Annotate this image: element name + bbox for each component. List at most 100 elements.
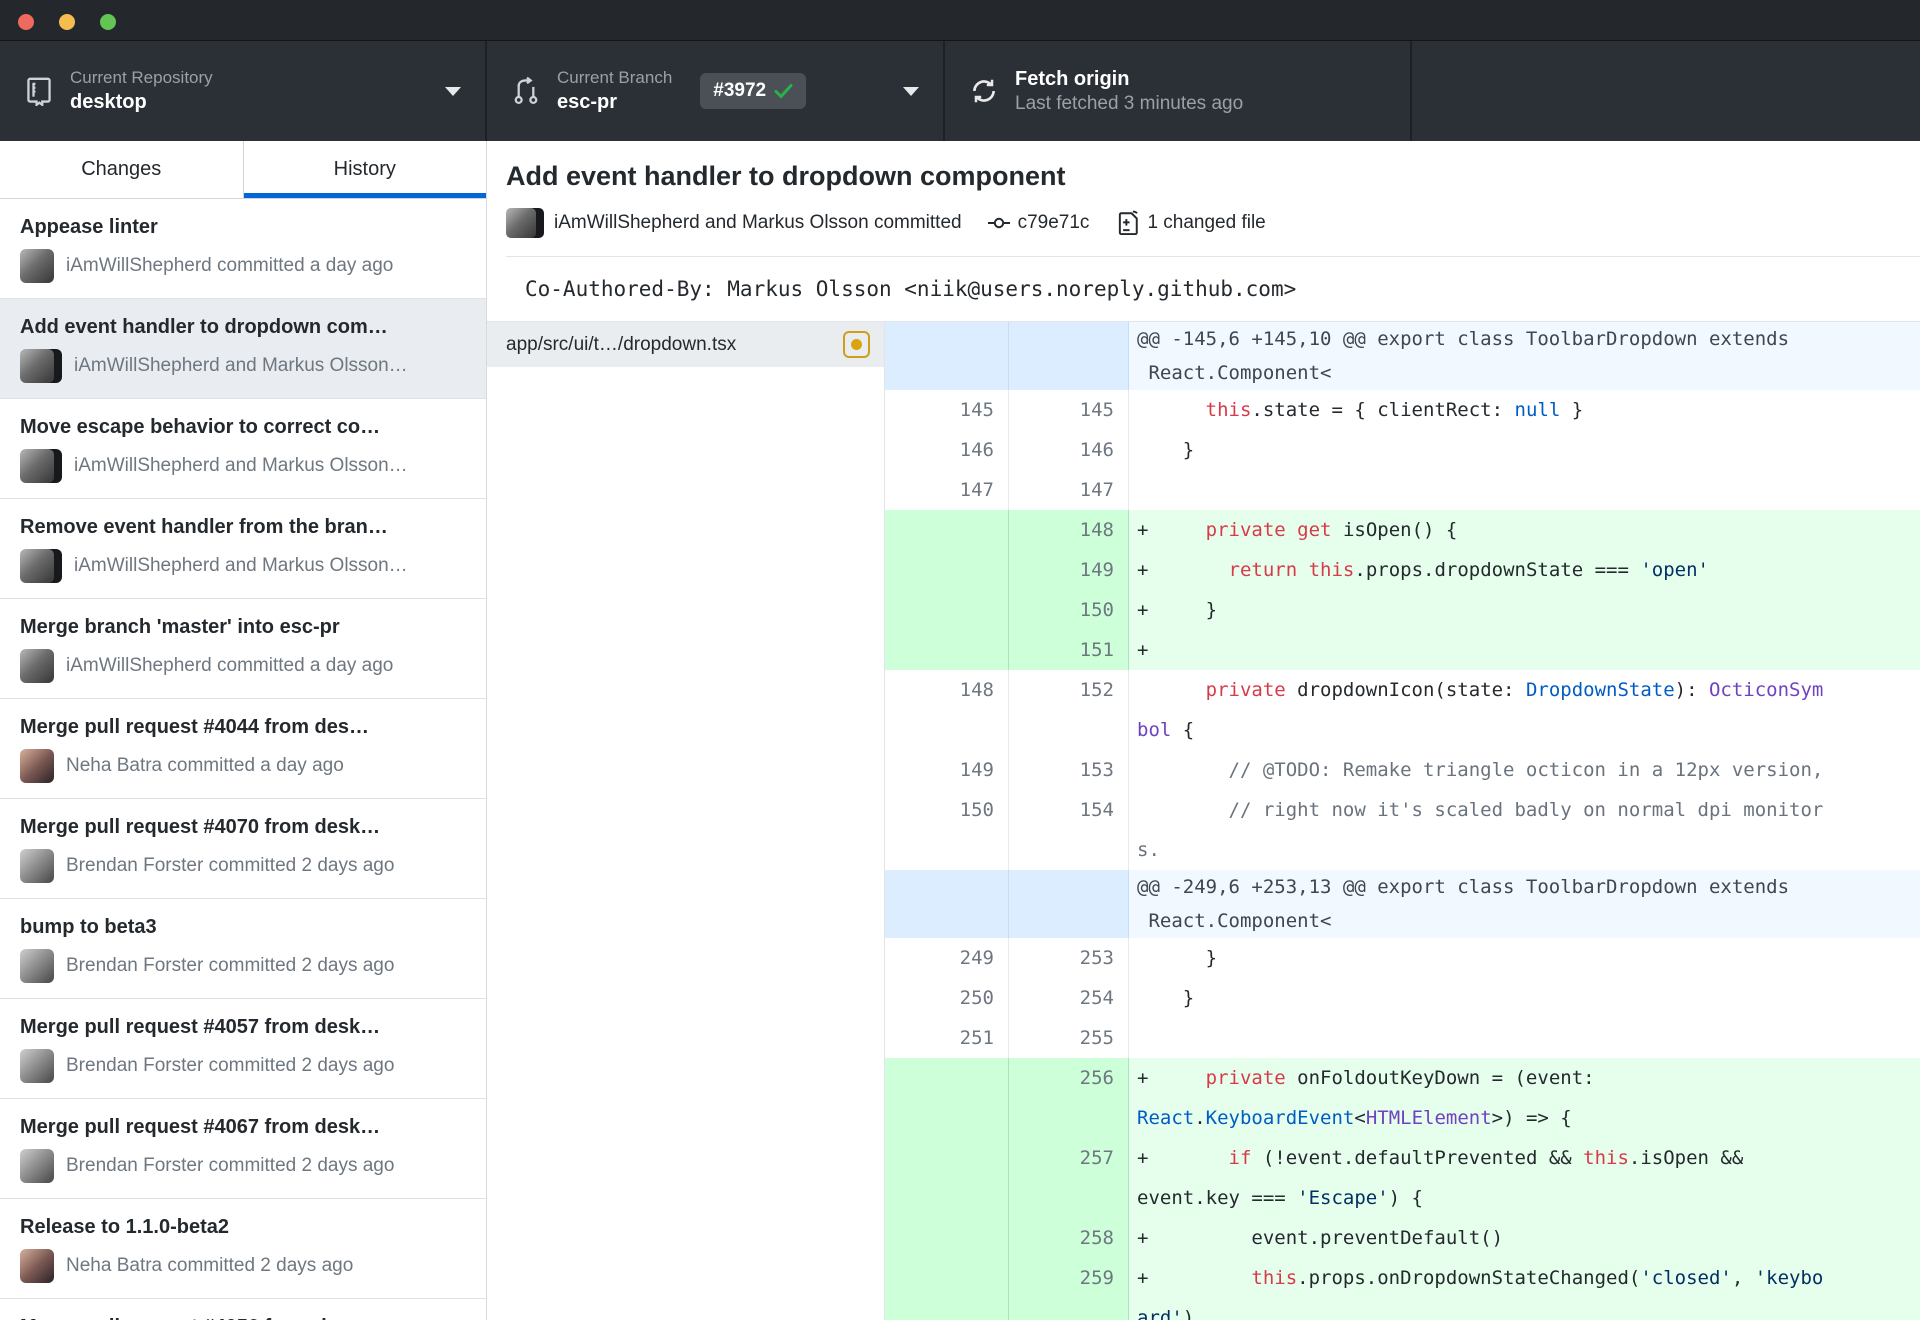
commit-list-item[interactable]: Merge pull request #4067 from desk… Brend…: [0, 1099, 486, 1199]
new-line-number: 150: [1009, 590, 1129, 630]
commit-list-item[interactable]: Remove event handler from the bran… iAmWi…: [0, 499, 486, 599]
diff-code: + if (!event.defaultPrevented && this.is…: [1129, 1138, 1920, 1218]
commit-detail-header: Add event handler to dropdown component …: [487, 141, 1920, 321]
diff-code: +: [1129, 630, 1920, 670]
new-line-number: 145: [1009, 390, 1129, 430]
current-repository-button[interactable]: Current Repository desktop: [0, 41, 487, 141]
avatar: [20, 249, 54, 283]
new-line-number: 253: [1009, 938, 1129, 978]
changed-files-count: 1 changed file: [1147, 212, 1266, 233]
old-line-number: 249: [885, 938, 1009, 978]
avatar: [20, 349, 54, 383]
commit-list-item[interactable]: Release to 1.1.0-beta2 Neha Batra committ…: [0, 1199, 486, 1299]
commit-sha: c79e71c: [1017, 212, 1090, 233]
traffic-lights: [18, 14, 116, 30]
commit-list-item[interactable]: Merge pull request #4056 from d…: [0, 1299, 486, 1320]
old-line-number: 250: [885, 978, 1009, 1018]
commit-list-item[interactable]: bump to beta3 Brendan Forster committed 2…: [0, 899, 486, 999]
commit-meta-text: iAmWillShepherd committed a day ago: [66, 255, 394, 276]
new-line-number: 152: [1009, 670, 1129, 750]
old-line-number: 149: [885, 750, 1009, 790]
commit-list-item[interactable]: Add event handler to dropdown com… iAmWil…: [0, 299, 486, 399]
diff-context-row: 148 152 private dropdownIcon(state: Dropd…: [885, 670, 1920, 750]
diff-added-row: 148 + private get isOpen() {: [885, 510, 1920, 550]
old-line-number: [885, 1058, 1009, 1138]
repo-icon: [24, 76, 54, 106]
zoom-window-icon[interactable]: [100, 14, 116, 30]
old-line-number: [885, 550, 1009, 590]
new-line-number: 149: [1009, 550, 1129, 590]
changed-file-path: app/src/ui/t…/dropdown.tsx: [506, 333, 737, 355]
committer-byline: iAmWillShepherd and Markus Olsson commit…: [554, 212, 962, 233]
committer-avatars: [20, 749, 54, 783]
diff-added-row: 258 + event.preventDefault(): [885, 1218, 1920, 1258]
pull-request-number: #3972: [713, 80, 767, 101]
old-line-number: [885, 1138, 1009, 1218]
diff-code: private dropdownIcon(state: DropdownStat…: [1137, 679, 1824, 741]
sidebar-tabs: Changes History: [0, 141, 486, 199]
commit-list-item[interactable]: Merge pull request #4044 from des… Neha B…: [0, 699, 486, 799]
diff-added-row: 259 + this.props.onDropdownStateChanged('…: [885, 1258, 1920, 1320]
old-line-number: [885, 630, 1009, 670]
diff-code: [1129, 1018, 1920, 1058]
committer-avatars: [20, 449, 62, 483]
old-line-number: 145: [885, 390, 1009, 430]
commit-detail-panel: Add event handler to dropdown component …: [487, 141, 1920, 1320]
current-branch-button[interactable]: Current Branch esc-pr #3972: [487, 41, 945, 141]
current-repository-value: desktop: [70, 91, 147, 114]
new-line-number: 153: [1009, 750, 1129, 790]
committer-avatars: [506, 208, 544, 238]
commit-list-item[interactable]: Merge pull request #4070 from desk… Brend…: [0, 799, 486, 899]
modified-status-icon: [843, 331, 870, 358]
committer-avatars: [20, 249, 54, 283]
file-diff-icon: [1115, 210, 1139, 236]
diff-hunk-row: @@ -145,6 +145,10 @@ export class Toolba…: [885, 322, 1920, 390]
commit-list-item[interactable]: Merge branch 'master' into esc-pr iAmWill…: [0, 599, 486, 699]
old-line-number: 146: [885, 430, 1009, 470]
sync-icon: [969, 77, 999, 105]
new-line-number: 254: [1009, 978, 1129, 1018]
diff-code: + private onFoldoutKeyDown = (event: Reac…: [1129, 1058, 1920, 1138]
chevron-down-icon: [445, 86, 461, 96]
diff-context-row: 147 147: [885, 470, 1920, 510]
commit-title: bump to beta3: [20, 916, 157, 938]
tab-changes[interactable]: Changes: [0, 141, 244, 198]
diff-code: @@ -145,6 +145,10 @@ export class Toolba…: [1137, 328, 1790, 384]
diff-view: @@ -145,6 +145,10 @@ export class Toolba…: [885, 322, 1920, 1320]
diff-code: this.state = { clientRect: null }: [1205, 399, 1584, 421]
diff-hunk-row: @@ -249,6 +253,13 @@ export class Toolba…: [885, 870, 1920, 938]
diff-context-row: 251 255: [885, 1018, 1920, 1058]
commit-list-item[interactable]: Appease linter iAmWillShepherd committed …: [0, 199, 486, 299]
pull-request-badge[interactable]: #3972: [700, 73, 807, 109]
titlebar: [0, 0, 1920, 41]
changed-file-row[interactable]: app/src/ui/t…/dropdown.tsx: [487, 322, 884, 367]
new-line-number: 151: [1009, 630, 1129, 670]
new-line-number: 146: [1009, 430, 1129, 470]
diff-code: + private get isOpen() {: [1129, 510, 1920, 550]
commit-history-list: Appease linter iAmWillShepherd committed …: [0, 199, 486, 1320]
commit-title: Merge pull request #4056 from d…: [20, 1316, 466, 1320]
commit-meta-text: Neha Batra committed a day ago: [66, 755, 344, 776]
close-window-icon[interactable]: [18, 14, 34, 30]
new-line-number: 255: [1009, 1018, 1129, 1058]
diff-context-row: 149 153 // @TODO: Remake triangle octicon…: [885, 750, 1920, 790]
diff-code: }: [1137, 987, 1195, 1009]
commit-list-item[interactable]: Merge pull request #4057 from desk… Brend…: [0, 999, 486, 1099]
committer-avatars: [20, 549, 62, 583]
diff-context-row: 146 146 }: [885, 430, 1920, 470]
commit-list-item[interactable]: Move escape behavior to correct co… iAmWi…: [0, 399, 486, 499]
current-repository-label: Current Repository: [70, 67, 213, 87]
fetch-origin-title: Fetch origin: [1015, 67, 1130, 90]
fetch-origin-button[interactable]: Fetch origin Last fetched 3 minutes ago: [945, 41, 1412, 141]
avatar: [20, 749, 54, 783]
avatar: [20, 1249, 54, 1283]
diff-added-row: 150 + }: [885, 590, 1920, 630]
commit-title: Merge branch 'master' into esc-pr: [20, 616, 340, 638]
tab-history[interactable]: History: [243, 141, 486, 198]
old-line-number: 251: [885, 1018, 1009, 1058]
old-line-number: [885, 1218, 1009, 1258]
minimize-window-icon[interactable]: [59, 14, 75, 30]
commit-icon: [987, 215, 1010, 231]
diff-code: [1129, 470, 1920, 510]
diff-code: + return this.props.dropdownState === 'o…: [1129, 550, 1920, 590]
